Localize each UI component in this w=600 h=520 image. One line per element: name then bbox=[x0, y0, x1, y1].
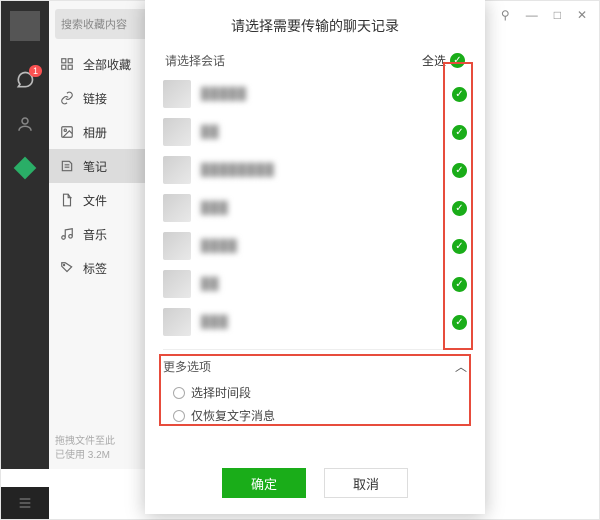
sidebar-item-music[interactable]: 音乐 bbox=[49, 217, 158, 251]
avatar[interactable] bbox=[10, 11, 40, 41]
select-all-button[interactable]: 全选 ✓ bbox=[422, 52, 465, 69]
cube-icon bbox=[14, 157, 37, 180]
avatar bbox=[163, 80, 191, 108]
conversation-name: ▉▉▉ bbox=[201, 315, 442, 329]
cancel-button[interactable]: 取消 bbox=[324, 468, 408, 498]
window-controls: ⚲ — □ ✕ bbox=[501, 1, 599, 29]
sidebar-item-link[interactable]: 链接 bbox=[49, 81, 158, 115]
option-row[interactable]: 选择时间段 bbox=[163, 381, 467, 404]
check-icon: ✓ bbox=[452, 239, 467, 254]
check-icon: ✓ bbox=[452, 87, 467, 102]
contacts-icon[interactable] bbox=[14, 113, 36, 135]
conversation-name: ▉▉▉ bbox=[201, 201, 442, 215]
chat-icon[interactable]: 1 bbox=[14, 69, 36, 91]
dialog-title: 请选择需要传输的聊天记录 bbox=[145, 0, 485, 48]
maximize-icon[interactable]: □ bbox=[554, 8, 561, 22]
favorites-icon[interactable] bbox=[14, 157, 36, 179]
option-label: 仅恢复文字消息 bbox=[191, 407, 275, 424]
chevron-up-icon: ︿ bbox=[455, 358, 467, 375]
check-icon: ✓ bbox=[450, 53, 465, 68]
sidebar-item-image[interactable]: 相册 bbox=[49, 115, 158, 149]
check-icon: ✓ bbox=[452, 125, 467, 140]
avatar bbox=[163, 156, 191, 184]
sidebar-item-label: 音乐 bbox=[83, 226, 107, 243]
conversation-row[interactable]: ▉▉▉ ✓ bbox=[163, 189, 467, 227]
conversation-name: ▉▉▉▉▉▉▉▉ bbox=[201, 163, 442, 177]
close-icon[interactable]: ✕ bbox=[577, 8, 587, 22]
ok-button[interactable]: 确定 bbox=[222, 468, 306, 498]
conversation-row[interactable]: ▉▉▉▉▉ ✓ bbox=[163, 75, 467, 113]
sidebar-item-file[interactable]: 文件 bbox=[49, 183, 158, 217]
conversation-list: ▉▉▉▉▉ ✓ ▉▉ ✓ ▉▉▉▉▉▉▉▉ ✓ ▉▉▉ ✓ ▉▉▉▉ ✓ ▉▉ ✓ ▉▉▉ ✓ bbox=[163, 75, 467, 341]
app-rail: 1 bbox=[1, 1, 49, 469]
check-icon: ✓ bbox=[452, 201, 467, 216]
tag-icon bbox=[59, 260, 75, 276]
conversation-row[interactable]: ▉▉▉ ✓ bbox=[163, 303, 467, 341]
link-icon bbox=[59, 90, 75, 106]
note-icon bbox=[59, 158, 75, 174]
check-icon: ✓ bbox=[452, 277, 467, 292]
conversation-row[interactable]: ▉▉ ✓ bbox=[163, 265, 467, 303]
sidebar-item-grid[interactable]: 全部收藏 bbox=[49, 47, 158, 81]
dialog-body: 请选择会话 全选 ✓ ▉▉▉▉▉✓▉▉✓▉▉▉▉▉▉▉▉✓▉▉▉✓▉▉▉▉✓▉▉… bbox=[145, 48, 485, 454]
grid-icon bbox=[59, 56, 75, 72]
music-icon bbox=[59, 226, 75, 242]
sidebar-item-label: 全部收藏 bbox=[83, 56, 131, 73]
avatar bbox=[163, 118, 191, 146]
sidebar-item-tag[interactable]: 标签 bbox=[49, 251, 158, 285]
avatar bbox=[163, 232, 191, 260]
avatar bbox=[163, 308, 191, 336]
conversation-row[interactable]: ▉▉▉▉▉▉▉▉ ✓ bbox=[163, 151, 467, 189]
sidebar-item-label: 文件 bbox=[83, 192, 107, 209]
sidebar-item-note[interactable]: 笔记 bbox=[49, 149, 158, 183]
image-icon bbox=[59, 124, 75, 140]
select-session-label: 请选择会话 bbox=[165, 52, 225, 69]
sidebar-item-label: 笔记 bbox=[83, 158, 107, 175]
conversation-name: ▉▉ bbox=[201, 277, 442, 291]
transfer-dialog: 请选择需要传输的聊天记录 请选择会话 全选 ✓ ▉▉▉▉▉✓▉▉✓▉▉▉▉▉▉▉… bbox=[145, 0, 485, 514]
check-icon: ✓ bbox=[452, 315, 467, 330]
more-options-section: 更多选项 ︿ 选择时间段仅恢复文字消息 bbox=[163, 349, 467, 427]
check-icon: ✓ bbox=[452, 163, 467, 178]
storage-hint: 拖拽文件至此 已使用 3.2M bbox=[55, 435, 115, 463]
hamburger-icon[interactable] bbox=[1, 487, 49, 519]
avatar bbox=[163, 270, 191, 298]
conversation-name: ▉▉ bbox=[201, 125, 442, 139]
sidebar-item-label: 标签 bbox=[83, 260, 107, 277]
more-options-toggle[interactable]: 更多选项 ︿ bbox=[163, 356, 467, 381]
sidebar-item-label: 链接 bbox=[83, 90, 107, 107]
minimize-icon[interactable]: — bbox=[526, 8, 538, 22]
dialog-actions: 确定 取消 bbox=[145, 454, 485, 514]
conversation-name: ▉▉▉▉▉ bbox=[201, 87, 442, 101]
conversation-name: ▉▉▉▉ bbox=[201, 239, 442, 253]
radio-icon bbox=[173, 410, 185, 422]
unread-badge: 1 bbox=[29, 65, 42, 77]
avatar bbox=[163, 194, 191, 222]
conversation-row[interactable]: ▉▉ ✓ bbox=[163, 113, 467, 151]
conversation-row[interactable]: ▉▉▉▉ ✓ bbox=[163, 227, 467, 265]
option-row[interactable]: 仅恢复文字消息 bbox=[163, 404, 467, 427]
favorites-sidebar: 搜索收藏内容 全部收藏链接相册笔记文件音乐标签 拖拽文件至此 已使用 3.2M bbox=[49, 1, 159, 469]
option-label: 选择时间段 bbox=[191, 384, 251, 401]
radio-icon bbox=[173, 387, 185, 399]
file-icon bbox=[59, 192, 75, 208]
search-input[interactable]: 搜索收藏内容 bbox=[55, 9, 152, 39]
sidebar-item-label: 相册 bbox=[83, 124, 107, 141]
pin-icon[interactable]: ⚲ bbox=[501, 8, 510, 22]
